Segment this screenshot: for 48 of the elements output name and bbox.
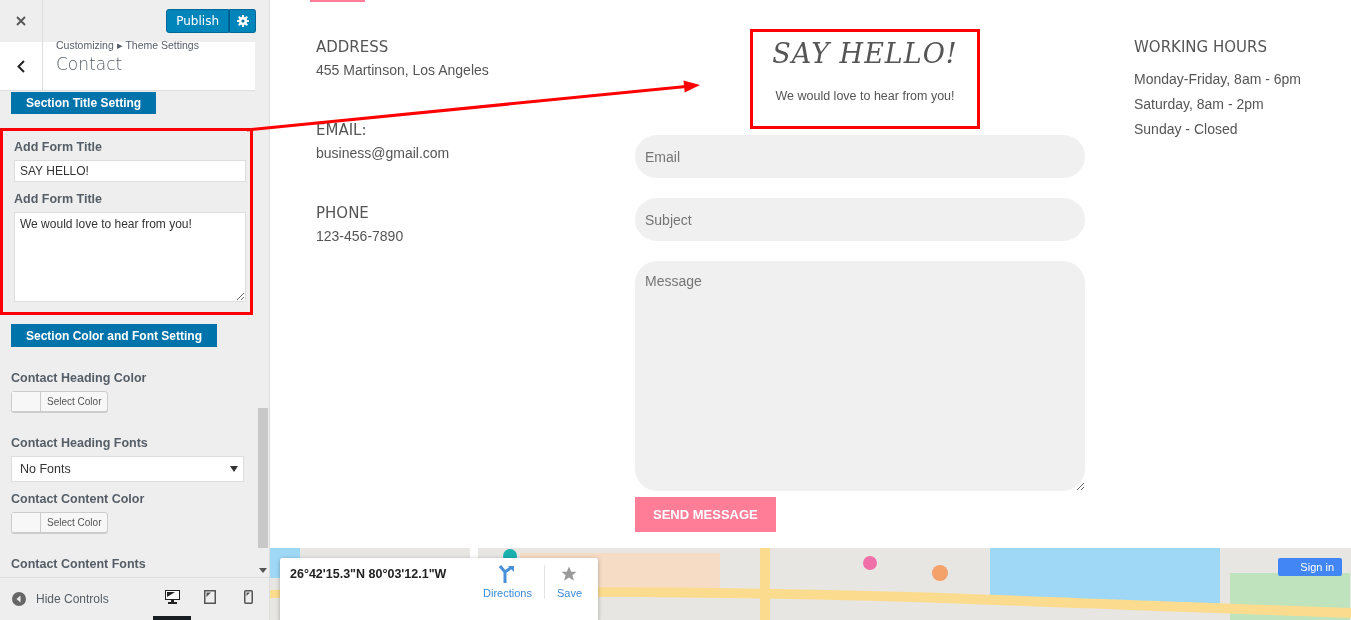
star-icon (560, 565, 579, 583)
settings-button[interactable] (229, 9, 256, 33)
field-label: Add Form Title (14, 192, 103, 207)
color-picker-button[interactable]: Select Color (11, 390, 109, 413)
field-label: Add Form Title (14, 140, 103, 155)
coordinates: 26°42'15.3"N 80°03'12.1"W (290, 567, 447, 581)
field-label: Contact Heading Color (11, 370, 147, 385)
close-icon (16, 16, 26, 26)
form-subtitle: We would love to hear from you! (775, 89, 955, 103)
info-heading: PHONE (316, 204, 370, 222)
info-text: business@gmail.com (316, 145, 451, 161)
field-label: Contact Content Fonts (11, 557, 146, 571)
menu-underline (310, 0, 365, 2)
hours-text: Saturday, 8am - 2pm (1134, 96, 1265, 112)
input-field[interactable]: SAY HELLO! (14, 160, 246, 183)
panel-title: Contact (56, 54, 124, 74)
directions-icon (499, 565, 516, 583)
input-field[interactable]: Subject (635, 198, 1085, 241)
hours-text: Sunday - Closed (1134, 121, 1239, 137)
desktop-icon (164, 590, 180, 604)
scroll-down-icon[interactable] (258, 568, 267, 573)
scrollbar-thumb[interactable] (257, 408, 268, 548)
tablet-icon (204, 590, 216, 604)
font-select[interactable]: No Fonts (11, 456, 244, 482)
info-heading: ADDRESS (316, 38, 390, 56)
hours-heading: WORKING HOURS (1134, 38, 1268, 56)
info-text: 455 Martinson, Los Angeles (316, 62, 490, 78)
form-title: SAY HELLO! (772, 38, 958, 69)
field-label: Contact Heading Fonts (11, 436, 148, 451)
section-button[interactable]: Section Color and Font Setting (11, 324, 217, 347)
message-field[interactable]: Message (635, 261, 1085, 491)
info-heading: EMAIL: (316, 121, 368, 139)
hours-text: Monday-Friday, 8am - 6pm (1134, 71, 1302, 87)
breadcrumb: Customizing ▸ Theme Settings (56, 39, 199, 51)
settings-icon (236, 15, 249, 27)
section-button[interactable]: Section Title Setting (11, 92, 157, 115)
caret-icon (230, 465, 238, 472)
collapse-icon (12, 592, 26, 606)
hide-controls-button[interactable]: Hide Controls (0, 592, 109, 606)
info-text: 123-456-7890 (316, 228, 405, 244)
textarea-field[interactable]: We would love to hear from you! (14, 212, 246, 303)
field-label: Contact Content Color (11, 491, 145, 506)
input-field[interactable]: Email (635, 135, 1085, 178)
color-picker-button[interactable]: Select Color (11, 511, 109, 533)
mobile-icon (243, 590, 253, 604)
publish-button[interactable]: Publish (166, 9, 229, 33)
back-icon (17, 59, 25, 73)
sign-in-button[interactable]: Sign in (1278, 558, 1342, 576)
